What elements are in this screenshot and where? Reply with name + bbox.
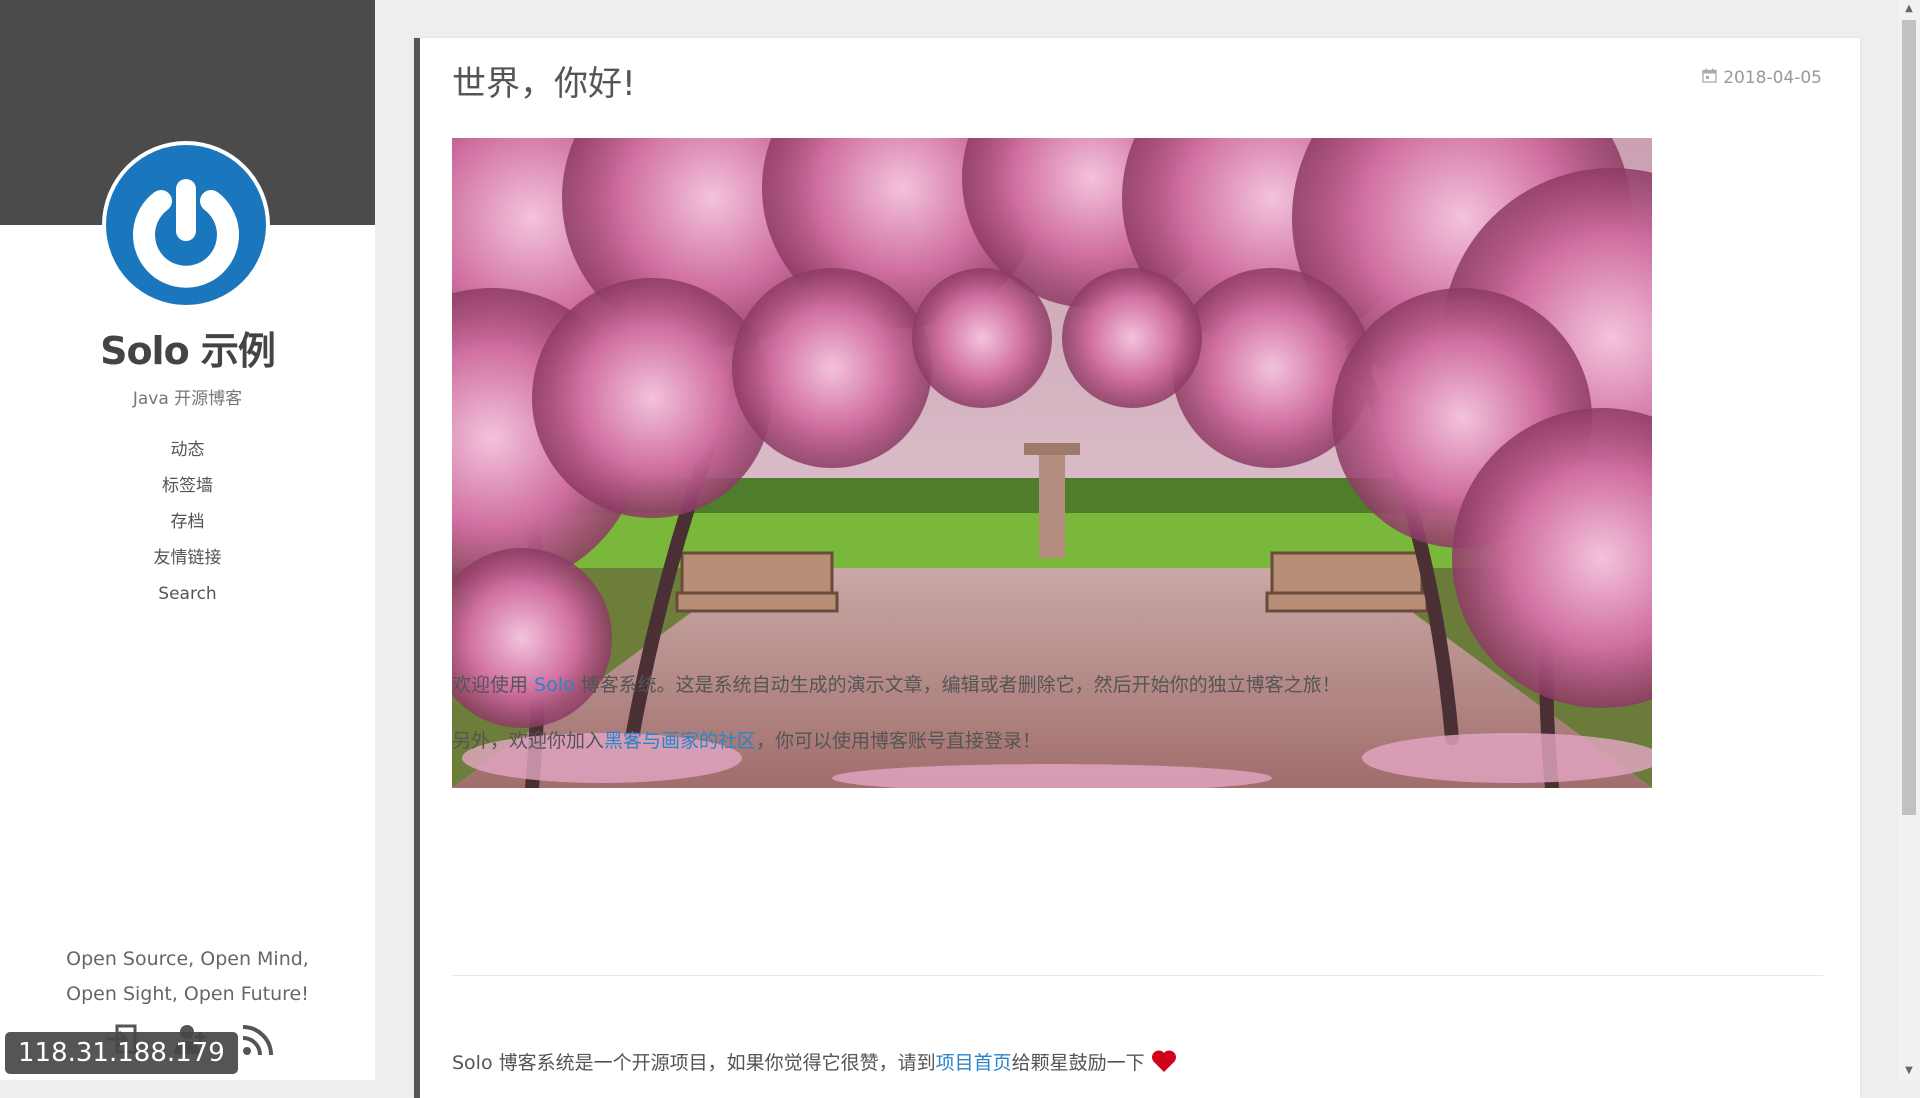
article-title[interactable]: 世界，你好! bbox=[452, 56, 636, 105]
project-home-link[interactable]: 项目首页 bbox=[936, 1052, 1012, 1074]
date-text: 2018-04-05 bbox=[1723, 68, 1822, 88]
scroll-down-arrow[interactable]: ▼ bbox=[1898, 1062, 1920, 1080]
motto-line-1: Open Source, Open Mind, bbox=[66, 948, 309, 970]
sidebar: Solo 示例 Java 开源博客 动态 标签墙 存档 友情链接 Search … bbox=[0, 0, 375, 1080]
community-link[interactable]: 黑客与画家的社区 bbox=[604, 730, 756, 752]
nav-link-links[interactable]: 友情链接 bbox=[154, 548, 222, 568]
article-paragraph-1: 欢迎使用 Solo 博客系统。这是系统自动生成的演示文章，编辑或者删除它，然后开… bbox=[452, 670, 1341, 697]
rss-icon[interactable] bbox=[238, 1020, 278, 1060]
para1-prefix: 欢迎使用 bbox=[452, 674, 535, 696]
article-date: 2018-04-05 bbox=[1702, 68, 1822, 88]
sidebar-nav: 动态 标签墙 存档 友情链接 Search bbox=[0, 432, 375, 612]
article-paragraph-2: 另外，欢迎你加入黑客与画家的社区，你可以使用博客账号直接登录！ bbox=[452, 726, 1041, 753]
scroll-up-arrow[interactable]: ▲ bbox=[1898, 0, 1920, 18]
solo-link[interactable]: Solo bbox=[534, 674, 575, 696]
para1-suffix: 博客系统。这是系统自动生成的演示文章，编辑或者删除它，然后开始你的独立博客之旅！ bbox=[574, 674, 1341, 696]
motto-line-2: Open Sight, Open Future! bbox=[66, 983, 309, 1005]
content-divider bbox=[452, 975, 1823, 976]
scroll-thumb[interactable] bbox=[1902, 20, 1916, 815]
nav-item-dynamic: 动态 bbox=[0, 432, 375, 468]
site-subtitle: Java 开源博客 bbox=[132, 389, 243, 409]
article-paragraph-3: Solo 博客系统是一个开源项目，如果你觉得它很赞，请到项目首页给颗星鼓励一下 bbox=[452, 1048, 1177, 1078]
page-scrollbar[interactable]: ▲ ▼ bbox=[1898, 0, 1920, 1080]
motto: Open Source, Open Mind, Open Sight, Open… bbox=[0, 942, 375, 1012]
para2-prefix: 另外，欢迎你加入 bbox=[452, 730, 605, 752]
nav-link-dynamic[interactable]: 动态 bbox=[171, 440, 205, 460]
calendar-icon bbox=[1702, 68, 1717, 88]
nav-link-archives[interactable]: 存档 bbox=[171, 512, 205, 532]
heart-icon bbox=[1151, 1049, 1177, 1078]
nav-item-archives: 存档 bbox=[0, 504, 375, 540]
nav-item-links: 友情链接 bbox=[0, 540, 375, 576]
para3-suffix: 给颗星鼓励一下 bbox=[1011, 1052, 1151, 1074]
nav-link-tags[interactable]: 标签墙 bbox=[162, 476, 213, 496]
power-logo-icon bbox=[106, 145, 266, 305]
nav-item-search: Search bbox=[0, 576, 375, 612]
para3-prefix: Solo 博客系统是一个开源项目，如果你觉得它很赞，请到 bbox=[452, 1052, 936, 1074]
ip-address-badge: 118.31.188.179 bbox=[5, 1032, 238, 1074]
nav-link-search[interactable]: Search bbox=[158, 584, 216, 604]
article-card: 世界，你好! 2018-04-05 欢迎使用 Solo 博客系统。这是系统自动生… bbox=[414, 38, 1860, 1098]
blog-logo[interactable] bbox=[102, 141, 270, 309]
nav-item-tags: 标签墙 bbox=[0, 468, 375, 504]
para2-suffix: ，你可以使用博客账号直接登录！ bbox=[756, 730, 1042, 752]
site-title[interactable]: Solo 示例 bbox=[0, 320, 375, 375]
